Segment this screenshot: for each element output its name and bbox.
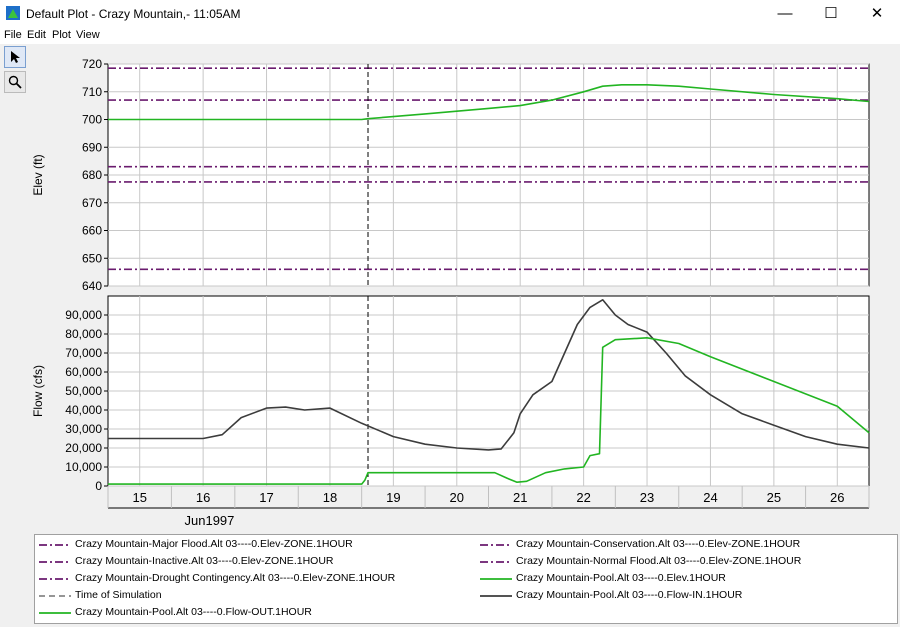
x-tick-label: 21	[513, 490, 527, 505]
y-tick-label: 90,000	[65, 308, 102, 322]
legend-label: Crazy Mountain-Inactive.Alt 03----0.Elev…	[75, 555, 334, 567]
legend-swatch	[480, 578, 512, 580]
x-tick-label: 18	[323, 490, 337, 505]
close-button[interactable]: ✕	[854, 0, 900, 28]
y-tick-label: 10,000	[65, 460, 102, 474]
x-tick-label: 20	[450, 490, 464, 505]
menu-bar: File Edit Plot View	[0, 28, 900, 44]
y-tick-label: 30,000	[65, 422, 102, 436]
x-tick-label: 23	[640, 490, 654, 505]
magnifier-icon	[8, 75, 22, 89]
legend-label: Crazy Mountain-Major Flood.Alt 03----0.E…	[75, 538, 353, 550]
menu-file[interactable]: File	[4, 29, 22, 41]
y-tick-label: 80,000	[65, 327, 102, 341]
legend-swatch	[39, 544, 71, 546]
y-tick-label: 680	[82, 168, 102, 182]
x-tick-label: 15	[132, 490, 146, 505]
legend-swatch	[480, 595, 512, 597]
y-tick-label: 70,000	[65, 346, 102, 360]
legend-swatch	[39, 578, 71, 580]
y-tick-label: 20,000	[65, 441, 102, 455]
legend-label: Crazy Mountain-Drought Contingency.Alt 0…	[75, 572, 396, 584]
y-tick-label: 60,000	[65, 365, 102, 379]
y-tick-label: 40,000	[65, 403, 102, 417]
x-tick-label: 25	[767, 490, 781, 505]
y-tick-label: 710	[82, 85, 102, 99]
x-tick-label: 16	[196, 490, 210, 505]
legend-label: Crazy Mountain-Conservation.Alt 03----0.…	[516, 538, 801, 550]
toolbox	[4, 46, 28, 96]
y-tick-label: 660	[82, 224, 102, 238]
legend-label: Crazy Mountain-Pool.Alt 03----0.Elev.1HO…	[516, 572, 726, 584]
y-tick-label: 700	[82, 113, 102, 127]
legend-label: Crazy Mountain-Pool.Alt 03----0.Flow-IN.…	[516, 589, 743, 601]
arrow-cursor-icon	[11, 51, 20, 63]
legend-swatch	[39, 595, 71, 597]
menu-view[interactable]: View	[76, 29, 100, 41]
legend-swatch	[480, 544, 512, 546]
menu-plot[interactable]: Plot	[52, 29, 71, 41]
x-axis-label: Jun1997	[185, 513, 235, 528]
y-tick-label: 650	[82, 251, 102, 265]
x-tick-label: 19	[386, 490, 400, 505]
y-axis-label: Elev (ft)	[31, 154, 45, 195]
minimize-button[interactable]: —	[762, 0, 808, 28]
legend-swatch	[39, 561, 71, 563]
legend-swatch	[39, 612, 71, 614]
y-tick-label: 640	[82, 279, 102, 293]
y-tick-label: 720	[82, 57, 102, 71]
zoom-tool[interactable]	[4, 71, 26, 93]
app-icon	[6, 6, 20, 20]
menu-edit[interactable]: Edit	[27, 29, 46, 41]
window-title: Default Plot - Crazy Mountain,- 11:05AM	[26, 7, 241, 21]
x-tick-label: 22	[576, 490, 590, 505]
legend-label: Crazy Mountain-Pool.Alt 03----0.Flow-OUT…	[75, 606, 312, 618]
title-bar: Default Plot - Crazy Mountain,- 11:05AM …	[0, 0, 900, 29]
y-tick-label: 690	[82, 140, 102, 154]
x-tick-label: 17	[259, 490, 273, 505]
legend-swatch	[480, 561, 512, 563]
y-tick-label: 0	[95, 479, 102, 493]
y-axis-label: Flow (cfs)	[31, 365, 45, 417]
y-tick-label: 670	[82, 196, 102, 210]
plot-area[interactable]: 640 650 660 670 680 690 700 710 720 Elev (ft) 0 10,…	[28, 46, 898, 532]
legend-label: Crazy Mountain-Normal Flood.Alt 03----0.…	[516, 555, 802, 567]
y-tick-label: 50,000	[65, 384, 102, 398]
legend: Crazy Mountain-Major Flood.Alt 03----0.E…	[34, 534, 898, 624]
pointer-tool[interactable]	[4, 46, 26, 68]
maximize-button[interactable]: ☐	[808, 0, 854, 28]
x-tick-label: 26	[830, 490, 844, 505]
x-tick-label: 24	[703, 490, 717, 505]
legend-label: Time of Simulation	[75, 589, 162, 601]
